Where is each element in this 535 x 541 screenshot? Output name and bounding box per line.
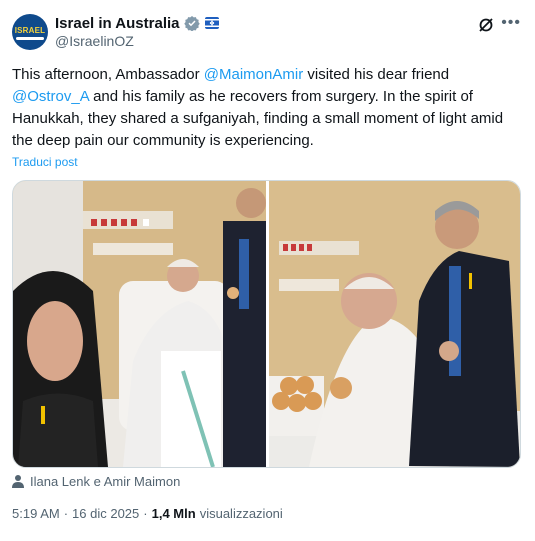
avatar-label: ISRAEL (14, 26, 46, 35)
photo-2[interactable] (269, 181, 520, 467)
post-text-part-2: visited his dear friend (307, 66, 450, 83)
verified-badge-icon (183, 16, 200, 31)
tweet-header: ISRAEL Israel in Australia @IsraelinOZ •… (12, 12, 523, 52)
account-name[interactable]: Israel in Australia (55, 15, 180, 32)
views-label: visualizzazioni (199, 506, 283, 521)
grok-icon[interactable] (477, 16, 495, 34)
post-time[interactable]: 5:19 AM (12, 506, 60, 521)
avatar-band (16, 37, 44, 40)
avatar[interactable]: ISRAEL (12, 14, 48, 50)
flag-icon (204, 17, 219, 29)
post-text-part-1: This afternoon, Ambassador (12, 66, 204, 83)
mention-ostrov-a[interactable]: @Ostrov_A (12, 88, 89, 105)
tweet: ISRAEL Israel in Australia @IsraelinOZ •… (0, 0, 535, 541)
meta-separator: · (63, 506, 69, 521)
more-icon[interactable]: ••• (501, 14, 521, 32)
views-count[interactable]: 1,4 Mln (152, 506, 196, 521)
photo-2-image (269, 181, 520, 467)
post-text: This afternoon, Ambassador @MaimonAmir v… (12, 64, 517, 152)
meta-separator-2: · (143, 506, 148, 521)
media-grid (12, 180, 521, 468)
photo-1-image (13, 181, 266, 467)
name-row: Israel in Australia (55, 14, 220, 32)
account-handle[interactable]: @IsraelinOZ (55, 33, 134, 49)
person-icon (12, 475, 24, 488)
tagged-names: Ilana Lenk e Amir Maimon (30, 473, 181, 489)
translate-post-link[interactable]: Traduci post (12, 155, 78, 169)
post-meta: 5:19 AM · 16 dic 2025 · 1,4 Mln visualiz… (12, 506, 283, 521)
photo-1[interactable] (13, 181, 266, 467)
tagged-people[interactable]: Ilana Lenk e Amir Maimon (12, 472, 180, 490)
post-date[interactable]: 16 dic 2025 (72, 506, 139, 521)
mention-maimonamir[interactable]: @MaimonAmir (204, 66, 303, 83)
